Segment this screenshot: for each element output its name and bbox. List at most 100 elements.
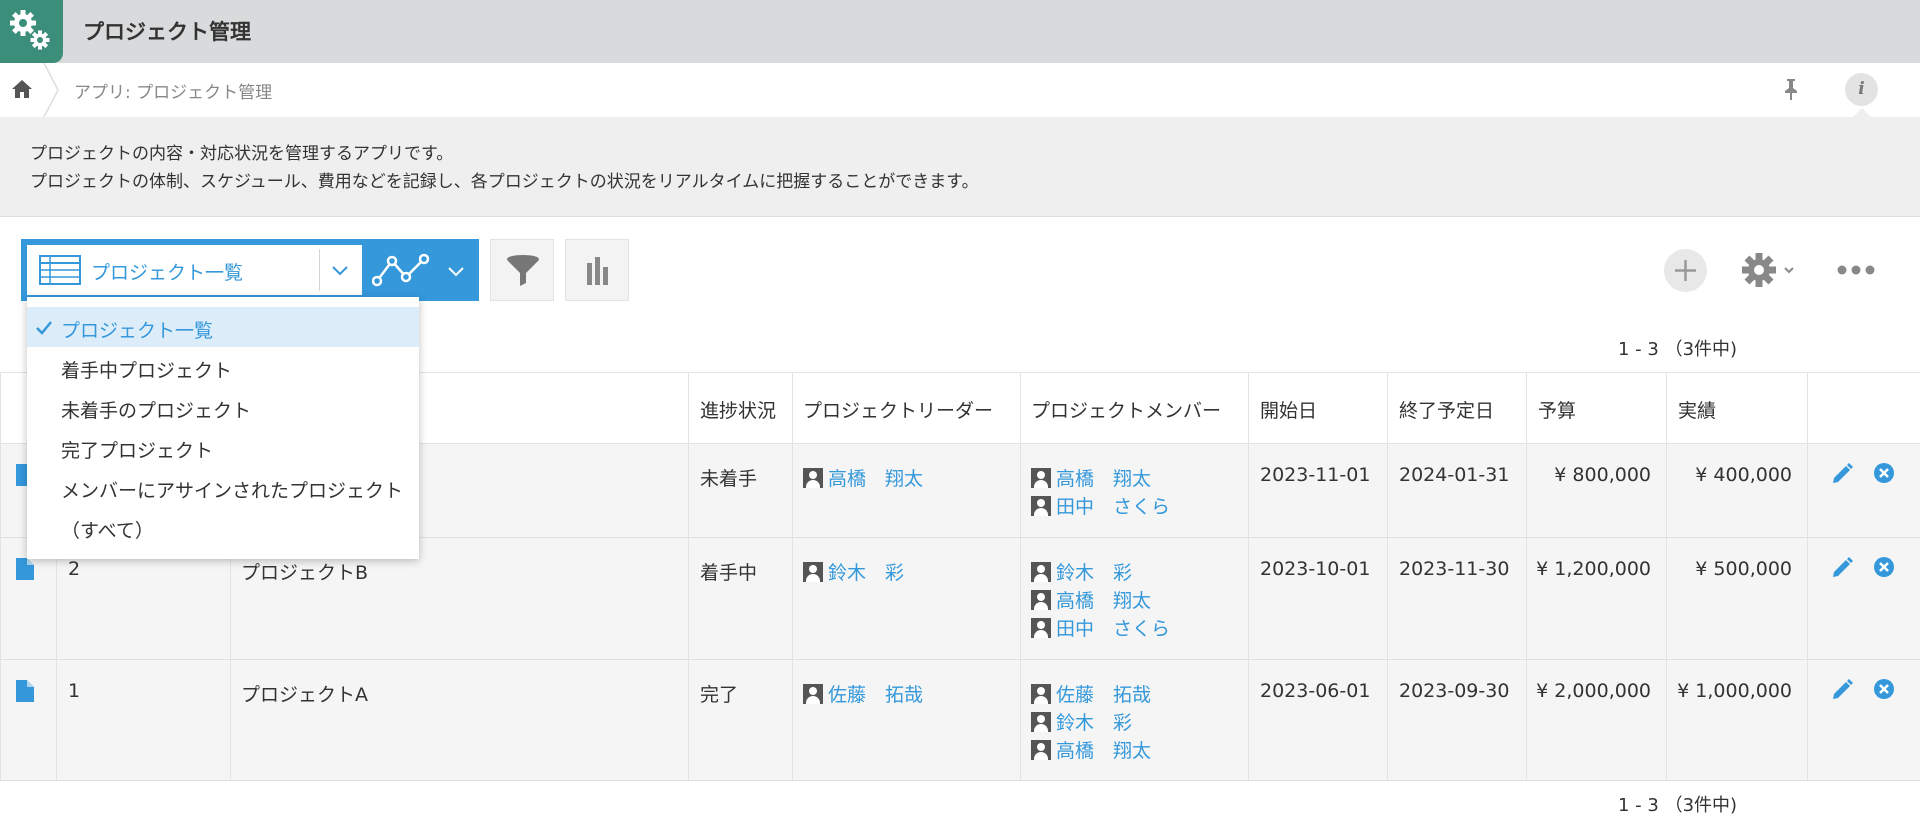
leader-link[interactable]: 鈴木 彩 — [803, 558, 904, 585]
app-header: プロジェクト管理 — [0, 0, 1920, 63]
user-icon — [1031, 684, 1051, 704]
info-icon[interactable]: i — [1845, 73, 1878, 106]
end-date: 2023-11-30 — [1399, 558, 1510, 580]
pin-icon[interactable] — [1780, 77, 1802, 105]
view-option-completed[interactable]: 完了プロジェクト — [27, 427, 419, 467]
member-link[interactable]: 佐藤 拓哉 — [1031, 680, 1151, 707]
gear-icon — [1740, 253, 1800, 294]
user-name: 佐藤 拓哉 — [1056, 684, 1152, 706]
delete-icon[interactable] — [1873, 462, 1895, 488]
user-icon — [803, 468, 823, 488]
user-name: 田中 さくら — [1056, 618, 1171, 640]
member-link[interactable]: 田中 さくら — [1031, 492, 1170, 519]
header-budget[interactable]: 予算 — [1538, 396, 1576, 423]
member-link[interactable]: 鈴木 彩 — [1031, 558, 1132, 585]
home-icon[interactable] — [10, 77, 34, 105]
user-icon — [1031, 590, 1051, 610]
header-end-date[interactable]: 終了予定日 — [1399, 396, 1494, 423]
column-divider — [1807, 372, 1808, 781]
pencil-icon[interactable] — [1830, 678, 1854, 706]
user-icon — [1031, 562, 1051, 582]
view-select-label: プロジェクト一覧 — [91, 262, 244, 284]
header-start-date[interactable]: 開始日 — [1260, 396, 1317, 423]
member-link[interactable]: 高橋 翔太 — [1031, 736, 1151, 763]
status: 未着手 — [700, 468, 758, 490]
pencil-icon[interactable] — [1830, 556, 1854, 584]
view-option-all[interactable]: （すべて） — [27, 507, 419, 547]
header-leader[interactable]: プロジェクトリーダー — [803, 396, 993, 423]
pagination-count-top: 1 - 3 （3件中) — [1618, 339, 1738, 360]
breadcrumb-app-link[interactable]: アプリ: プロジェクト管理 — [74, 78, 272, 103]
member-link[interactable]: 田中 さくら — [1031, 614, 1170, 641]
user-name: 高橋 翔太 — [828, 468, 924, 490]
app-description: プロジェクトの内容・対応状況を管理するアプリです。 プロジェクトの体制、スケジュ… — [0, 117, 1920, 217]
user-name: 高橋 翔太 — [1056, 590, 1152, 612]
more-options-button[interactable] — [1836, 255, 1876, 289]
column-divider — [1387, 372, 1388, 781]
column-divider — [1248, 372, 1249, 781]
end-date: 2023-09-30 — [1399, 680, 1510, 702]
chevron-down-icon[interactable] — [330, 260, 350, 284]
description-line-2: プロジェクトの体制、スケジュール、費用などを記録し、各プロジェクトの状況をリアル… — [30, 172, 979, 192]
leader-link[interactable]: 高橋 翔太 — [803, 464, 923, 491]
header-status[interactable]: 進捗状況 — [700, 396, 776, 423]
column-divider — [1020, 372, 1021, 781]
budget: ¥ 800,000 — [1554, 464, 1651, 486]
delete-icon[interactable] — [1873, 678, 1895, 704]
status: 着手中 — [700, 562, 758, 584]
member-link[interactable]: 鈴木 彩 — [1031, 708, 1132, 735]
breadcrumb-separator — [42, 62, 62, 121]
actual: ¥ 500,000 — [1695, 558, 1792, 580]
app-settings-button[interactable] — [1740, 250, 1800, 294]
record-id: 1 — [68, 680, 81, 702]
user-name: 鈴木 彩 — [1056, 712, 1133, 734]
leader-link[interactable]: 佐藤 拓哉 — [803, 680, 923, 707]
chart-button[interactable] — [565, 239, 629, 301]
graph-select-button[interactable] — [366, 245, 476, 295]
actual: ¥ 400,000 — [1695, 464, 1792, 486]
document-icon[interactable] — [16, 558, 34, 584]
user-name: 佐藤 拓哉 — [828, 684, 924, 706]
project-name: プロジェクトA — [241, 684, 368, 706]
user-name: 鈴木 彩 — [1056, 562, 1133, 584]
view-option-label: メンバーにアサインされたプロジェクト — [61, 480, 404, 502]
view-option-label: 着手中プロジェクト — [61, 360, 233, 382]
project-name: プロジェクトB — [241, 562, 369, 584]
view-option-label: プロジェクト一覧 — [61, 320, 214, 342]
filter-button[interactable] — [490, 239, 554, 301]
start-date: 2023-06-01 — [1260, 680, 1371, 702]
column-divider — [1666, 372, 1667, 781]
user-name: 高橋 翔太 — [1056, 468, 1152, 490]
budget: ¥ 2,000,000 — [1536, 680, 1651, 702]
pencil-icon[interactable] — [1830, 462, 1854, 490]
start-date: 2023-11-01 — [1260, 464, 1371, 486]
user-icon — [803, 562, 823, 582]
column-divider — [792, 372, 793, 781]
end-date: 2024-01-31 — [1399, 464, 1510, 486]
view-option-project-list[interactable]: プロジェクト一覧 — [27, 307, 419, 347]
header-actual[interactable]: 実績 — [1678, 396, 1716, 423]
view-selector: プロジェクト一覧 — [21, 239, 479, 301]
member-link[interactable]: 高橋 翔太 — [1031, 586, 1151, 613]
view-option-assigned[interactable]: メンバーにアサインされたプロジェクト — [27, 467, 419, 507]
view-option-label: 未着手のプロジェクト — [61, 400, 252, 422]
user-icon — [1031, 712, 1051, 732]
more-icon — [1836, 265, 1876, 289]
column-divider — [0, 372, 1, 781]
user-icon — [1031, 468, 1051, 488]
budget: ¥ 1,200,000 — [1536, 558, 1651, 580]
breadcrumb: アプリ: プロジェクト管理 i — [0, 62, 1920, 118]
add-record-button[interactable] — [1664, 249, 1707, 292]
status: 完了 — [700, 684, 739, 706]
delete-icon[interactable] — [1873, 556, 1895, 582]
view-option-not-started[interactable]: 未着手のプロジェクト — [27, 387, 419, 427]
check-icon — [35, 319, 53, 341]
column-divider — [1526, 372, 1527, 781]
view-select-dropdown[interactable]: プロジェクト一覧 — [27, 245, 362, 295]
member-link[interactable]: 高橋 翔太 — [1031, 464, 1151, 491]
description-line-1: プロジェクトの内容・対応状況を管理するアプリです。 — [30, 144, 454, 164]
view-option-in-progress[interactable]: 着手中プロジェクト — [27, 347, 419, 387]
header-members[interactable]: プロジェクトメンバー — [1031, 396, 1221, 423]
document-icon[interactable] — [16, 680, 34, 706]
user-name: 高橋 翔太 — [1056, 740, 1152, 762]
